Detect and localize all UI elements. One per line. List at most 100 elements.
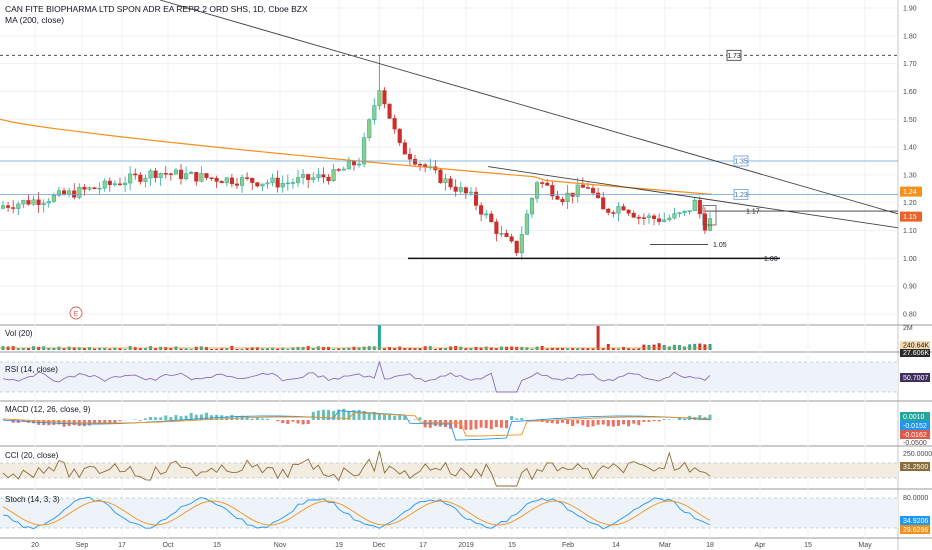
macd-hist-bar bbox=[576, 420, 580, 424]
candle-body bbox=[418, 164, 423, 166]
candle-body bbox=[514, 240, 519, 254]
volume-bar bbox=[708, 343, 712, 350]
macd-hist-bar bbox=[316, 410, 320, 420]
candle-body bbox=[311, 177, 316, 180]
candle-body bbox=[616, 206, 621, 214]
candle-body bbox=[382, 90, 387, 105]
time-tick-label: Oct bbox=[163, 542, 174, 549]
candle-body bbox=[580, 184, 585, 188]
volume-bar bbox=[652, 344, 656, 350]
candle-body bbox=[163, 173, 168, 175]
macd-hist-bar bbox=[413, 419, 417, 420]
macd-hist-bar bbox=[606, 420, 610, 427]
candle-body bbox=[112, 183, 117, 186]
candle-body bbox=[224, 177, 229, 184]
candle-body bbox=[443, 178, 448, 183]
macd-hist-bar bbox=[174, 415, 178, 420]
macd-hist-bar bbox=[164, 415, 168, 420]
macd-tag-label: -0.0152 bbox=[903, 423, 927, 430]
volume-bar bbox=[382, 348, 386, 350]
volume-bar bbox=[464, 348, 468, 350]
candle-body bbox=[397, 128, 402, 143]
candle-body bbox=[707, 218, 713, 231]
candle-body bbox=[46, 201, 51, 204]
time-tick-label: 18 bbox=[706, 542, 714, 549]
candle-body bbox=[540, 182, 545, 184]
candles bbox=[0, 55, 713, 260]
candle-body bbox=[295, 177, 301, 183]
macd-hist-bar bbox=[591, 420, 595, 427]
cci-title: CCI (20, close) bbox=[5, 451, 59, 460]
macd-hist-bar bbox=[601, 420, 605, 425]
candle-body bbox=[702, 213, 707, 231]
volume-bar bbox=[240, 348, 244, 350]
candle-body bbox=[21, 200, 26, 205]
candle-body bbox=[255, 182, 260, 187]
macd-hist-bar bbox=[67, 420, 71, 426]
price-tag-label: 1.15 bbox=[903, 214, 917, 221]
macd-hist-bar bbox=[484, 420, 488, 429]
candle-body bbox=[438, 169, 443, 183]
time-tick-label: Sep bbox=[76, 542, 89, 549]
macd-hist-bar bbox=[281, 420, 285, 424]
volume-bar bbox=[616, 348, 620, 350]
volume-bar bbox=[622, 346, 626, 350]
candle-body bbox=[6, 205, 11, 208]
macd-hist-bar bbox=[662, 419, 666, 420]
volume-bar bbox=[204, 347, 208, 350]
candle-body bbox=[499, 233, 504, 235]
candle-body bbox=[641, 217, 646, 219]
macd-hist-bar bbox=[230, 414, 234, 420]
volume-bar bbox=[520, 346, 524, 350]
time-tick-label: 14 bbox=[612, 542, 620, 549]
candle-body bbox=[697, 199, 702, 215]
candle-body bbox=[611, 212, 616, 214]
candle-body bbox=[245, 177, 250, 179]
candle-body bbox=[219, 181, 224, 184]
candle-body bbox=[321, 174, 326, 178]
volume-bar bbox=[93, 348, 97, 350]
candle-body bbox=[138, 174, 143, 182]
candle-body bbox=[341, 168, 346, 171]
price-tick-label: 1.70 bbox=[903, 61, 917, 68]
macd-hist-bar bbox=[169, 417, 173, 420]
candle-body bbox=[168, 173, 173, 175]
level-label: 1.17 bbox=[746, 209, 760, 216]
candle-body bbox=[468, 191, 473, 194]
volume-bar bbox=[37, 346, 41, 350]
price-tick-label: 1.10 bbox=[903, 228, 917, 235]
time-tick-label: 2019 bbox=[458, 542, 474, 549]
macd-hist-bar bbox=[306, 420, 310, 425]
volume-bar bbox=[637, 348, 641, 350]
volume-axis-label: 2M bbox=[903, 325, 913, 332]
macd-tag-label: -0.0162 bbox=[903, 432, 927, 439]
volume-bar bbox=[601, 348, 605, 350]
volume-bar bbox=[693, 343, 697, 350]
candle-body bbox=[479, 205, 484, 215]
candle-body bbox=[214, 177, 219, 182]
candle-body bbox=[128, 173, 133, 184]
volume-bar bbox=[591, 348, 595, 350]
macd-hist-bar bbox=[159, 417, 163, 420]
volume-bar bbox=[159, 346, 163, 350]
candle-body bbox=[626, 209, 631, 214]
macd-hist-bar bbox=[642, 420, 646, 423]
chart-title: CAN FITE BIOPHARMA LTD SPON ADR EA REPR … bbox=[5, 4, 308, 14]
volume-bar bbox=[154, 348, 158, 350]
rsi-title: RSI (14, close) bbox=[5, 365, 58, 374]
earnings-marker-label: E bbox=[74, 311, 79, 318]
price-tick-label: 1.60 bbox=[903, 89, 917, 96]
macd-hist-bar bbox=[632, 420, 636, 424]
volume-bar bbox=[596, 326, 600, 350]
candle-body bbox=[31, 199, 36, 205]
macd-hist-bar bbox=[154, 417, 158, 420]
volume-bar bbox=[245, 348, 249, 350]
volume-bar bbox=[703, 344, 707, 350]
volume-bar bbox=[377, 325, 381, 350]
candle-body bbox=[265, 182, 270, 185]
macd-line bbox=[2, 410, 711, 441]
cci-tag-label: 31.2500 bbox=[903, 464, 928, 471]
stock-chart[interactable]: 1.90 1.80 1.70 1.60 1.50 1.40 1.30 1.20 1.10 1.00… bbox=[0, 0, 932, 550]
macd-hist-bar bbox=[52, 420, 56, 425]
candle-body bbox=[306, 174, 311, 180]
